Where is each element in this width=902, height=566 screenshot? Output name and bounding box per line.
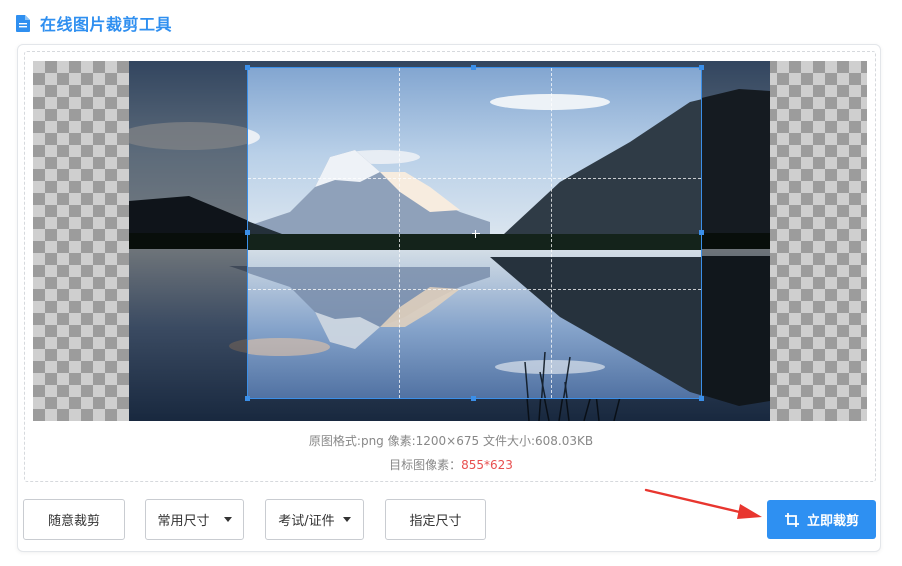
crop-handle-bottom-left[interactable] (245, 396, 250, 401)
crop-handle-top[interactable] (471, 65, 476, 70)
caret-down-icon (223, 517, 232, 522)
target-size-label: 目标图像素： (389, 458, 462, 472)
free-crop-button[interactable]: 随意裁剪 (23, 499, 125, 540)
custom-size-button[interactable]: 指定尺寸 (385, 499, 486, 540)
crop-now-label: 立即裁剪 (806, 514, 859, 529)
original-image-info: 原图格式:png 像素:1200×675 文件大小:608.03KB (308, 434, 594, 448)
custom-size-label: 指定尺寸 (409, 514, 462, 529)
crop-selection-box[interactable] (247, 67, 702, 399)
exam-id-label: 考试/证件 (278, 514, 335, 529)
crop-handle-left[interactable] (245, 230, 250, 235)
crop-handle-top-right[interactable] (699, 65, 704, 70)
common-size-label: 常用尺寸 (157, 514, 210, 529)
crop-now-button[interactable]: 立即裁剪 (767, 500, 876, 539)
crop-handle-right[interactable] (699, 230, 704, 235)
page-header: 在线图片裁剪工具 (16, 12, 172, 34)
exam-id-dropdown[interactable]: 考试/证件 (265, 499, 364, 540)
target-size-value: 855*623 (461, 458, 513, 472)
crop-guide-line (248, 289, 701, 290)
page-title: 在线图片裁剪工具 (40, 15, 173, 34)
crop-icon (784, 512, 800, 528)
crop-handle-bottom[interactable] (471, 396, 476, 401)
crop-guide-line (551, 68, 552, 398)
crop-center-crosshair (472, 230, 480, 238)
crop-handle-bottom-right[interactable] (699, 396, 704, 401)
arrow-pointer-icon (644, 488, 762, 519)
target-size-info: 目标图像素：855*623 (0, 456, 902, 473)
caret-down-icon (342, 517, 351, 522)
document-icon (16, 14, 30, 32)
free-crop-label: 随意裁剪 (47, 514, 100, 529)
common-size-dropdown[interactable]: 常用尺寸 (145, 499, 244, 540)
crop-guide-line (399, 68, 400, 398)
crop-handle-top-left[interactable] (245, 65, 250, 70)
crop-guide-line (248, 178, 701, 179)
